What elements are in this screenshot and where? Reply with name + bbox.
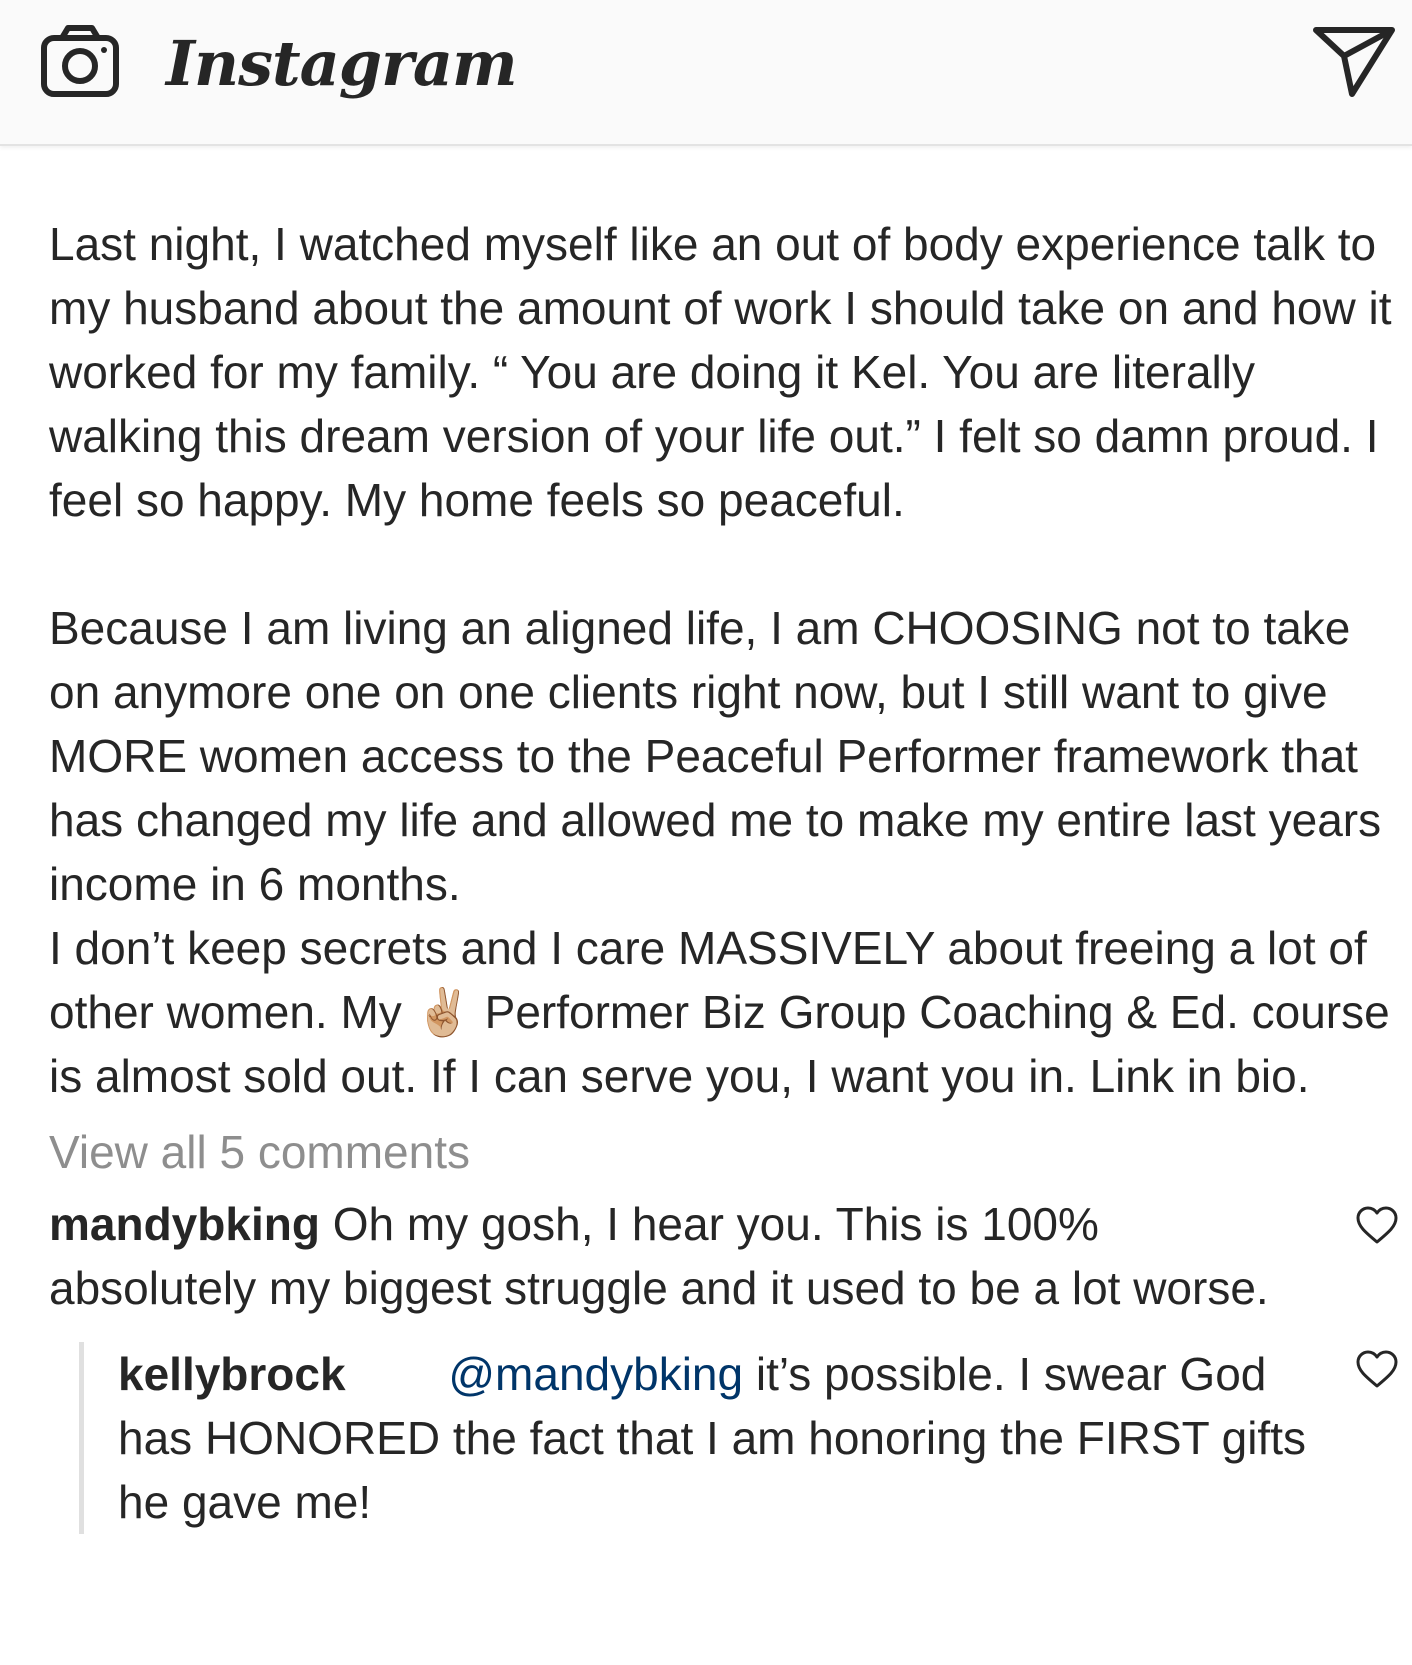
post-content: Last night, I watched myself like an out… [49,212,1399,1534]
heart-outline-icon[interactable] [1355,1206,1399,1246]
direct-message-icon[interactable] [1312,22,1396,102]
view-all-comments-link[interactable]: View all 5 comments [49,1120,1399,1184]
reply-mention-link[interactable]: @mandybking [448,1348,743,1400]
reply-username[interactable]: kellybrock [118,1348,346,1400]
caption-paragraph: Last night, I watched myself like an out… [49,218,1392,526]
victory-hand-emoji: ✌🏼 [414,986,472,1038]
caption-paragraph: I don’t keep secrets and I care MASSIVEL… [49,916,1399,1108]
post-caption: Last night, I watched myself like an out… [49,212,1399,1108]
comment-reply: kellybrock @mandybking it’s possible. I … [79,1342,1399,1534]
camera-icon[interactable] [40,22,124,102]
app-title: Instagram [166,27,518,100]
caption-paragraph: Because I am living an aligned life, I a… [49,602,1382,910]
comment: mandybking Oh my gosh, I hear you. This … [49,1192,1399,1320]
top-navigation-bar: Instagram [0,0,1412,146]
comment-username[interactable]: mandybking [49,1198,320,1250]
heart-outline-icon[interactable] [1355,1350,1399,1390]
